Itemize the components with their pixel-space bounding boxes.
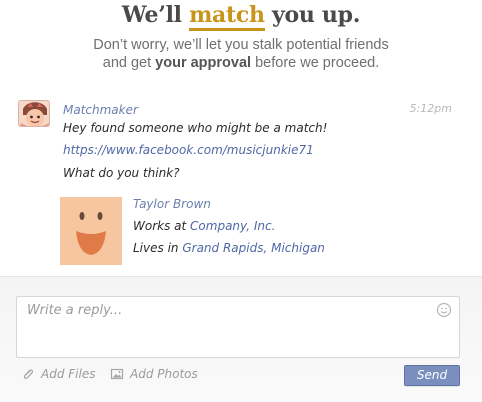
message-time: 5:12pm bbox=[409, 102, 452, 115]
company-link[interactable]: Company, Inc. bbox=[190, 219, 275, 233]
works-prefix: Works at bbox=[133, 219, 187, 233]
message: Matchmaker 5:12pm Hey found someone who … bbox=[0, 94, 482, 274]
message-text-1: Hey found someone who might be a match! bbox=[63, 121, 328, 135]
matchmaker-avatar-icon bbox=[19, 101, 49, 126]
add-files-label: Add Files bbox=[41, 367, 96, 381]
face-icon bbox=[76, 212, 106, 255]
subtitle-line1: Don’t worry, we’ll let you stalk potenti… bbox=[93, 37, 389, 53]
profile-photo[interactable] bbox=[60, 197, 122, 265]
location-link[interactable]: Grand Rapids, Michigan bbox=[182, 241, 325, 255]
subtitle-line2-after: before we proceed. bbox=[255, 55, 380, 71]
smiley-icon[interactable] bbox=[436, 302, 452, 318]
avatar[interactable] bbox=[18, 100, 50, 127]
reply-placeholder: Write a reply... bbox=[27, 303, 123, 318]
message-text-2: What do you think? bbox=[63, 166, 180, 180]
reply-input[interactable]: Write a reply... bbox=[16, 296, 460, 358]
sender-name[interactable]: Matchmaker bbox=[63, 103, 138, 117]
profile-location: Lives in Grand Rapids, Michigan bbox=[133, 241, 325, 255]
profile-name[interactable]: Taylor Brown bbox=[133, 197, 211, 211]
subtitle-line2: and get your approval before we proceed. bbox=[0, 54, 482, 72]
title-after: you up. bbox=[272, 2, 361, 28]
title-before: We’ll bbox=[121, 2, 182, 28]
page-title: We’ll match you up. bbox=[0, 2, 482, 31]
subtitle-line2-bold: your approval bbox=[155, 55, 252, 71]
paperclip-icon bbox=[23, 369, 34, 380]
add-photos-label: Add Photos bbox=[130, 367, 198, 381]
subtitle: Don’t worry, we’ll let you stalk potenti… bbox=[0, 36, 482, 72]
title-highlight: match bbox=[189, 2, 265, 31]
subtitle-line2-before: and get bbox=[102, 55, 152, 71]
send-button[interactable]: Send bbox=[404, 365, 460, 386]
add-files-button[interactable]: Add Files bbox=[21, 367, 95, 381]
photo-icon bbox=[110, 368, 124, 380]
profile-work: Works at Company, Inc. bbox=[133, 219, 275, 233]
add-photos-button[interactable]: Add Photos bbox=[110, 367, 198, 381]
lives-prefix: Lives in bbox=[133, 241, 179, 255]
message-link[interactable]: https://www.facebook.com/musicjunkie71 bbox=[63, 143, 314, 157]
reply-composer: Write a reply... Add Files Add Photos Se… bbox=[0, 276, 482, 402]
